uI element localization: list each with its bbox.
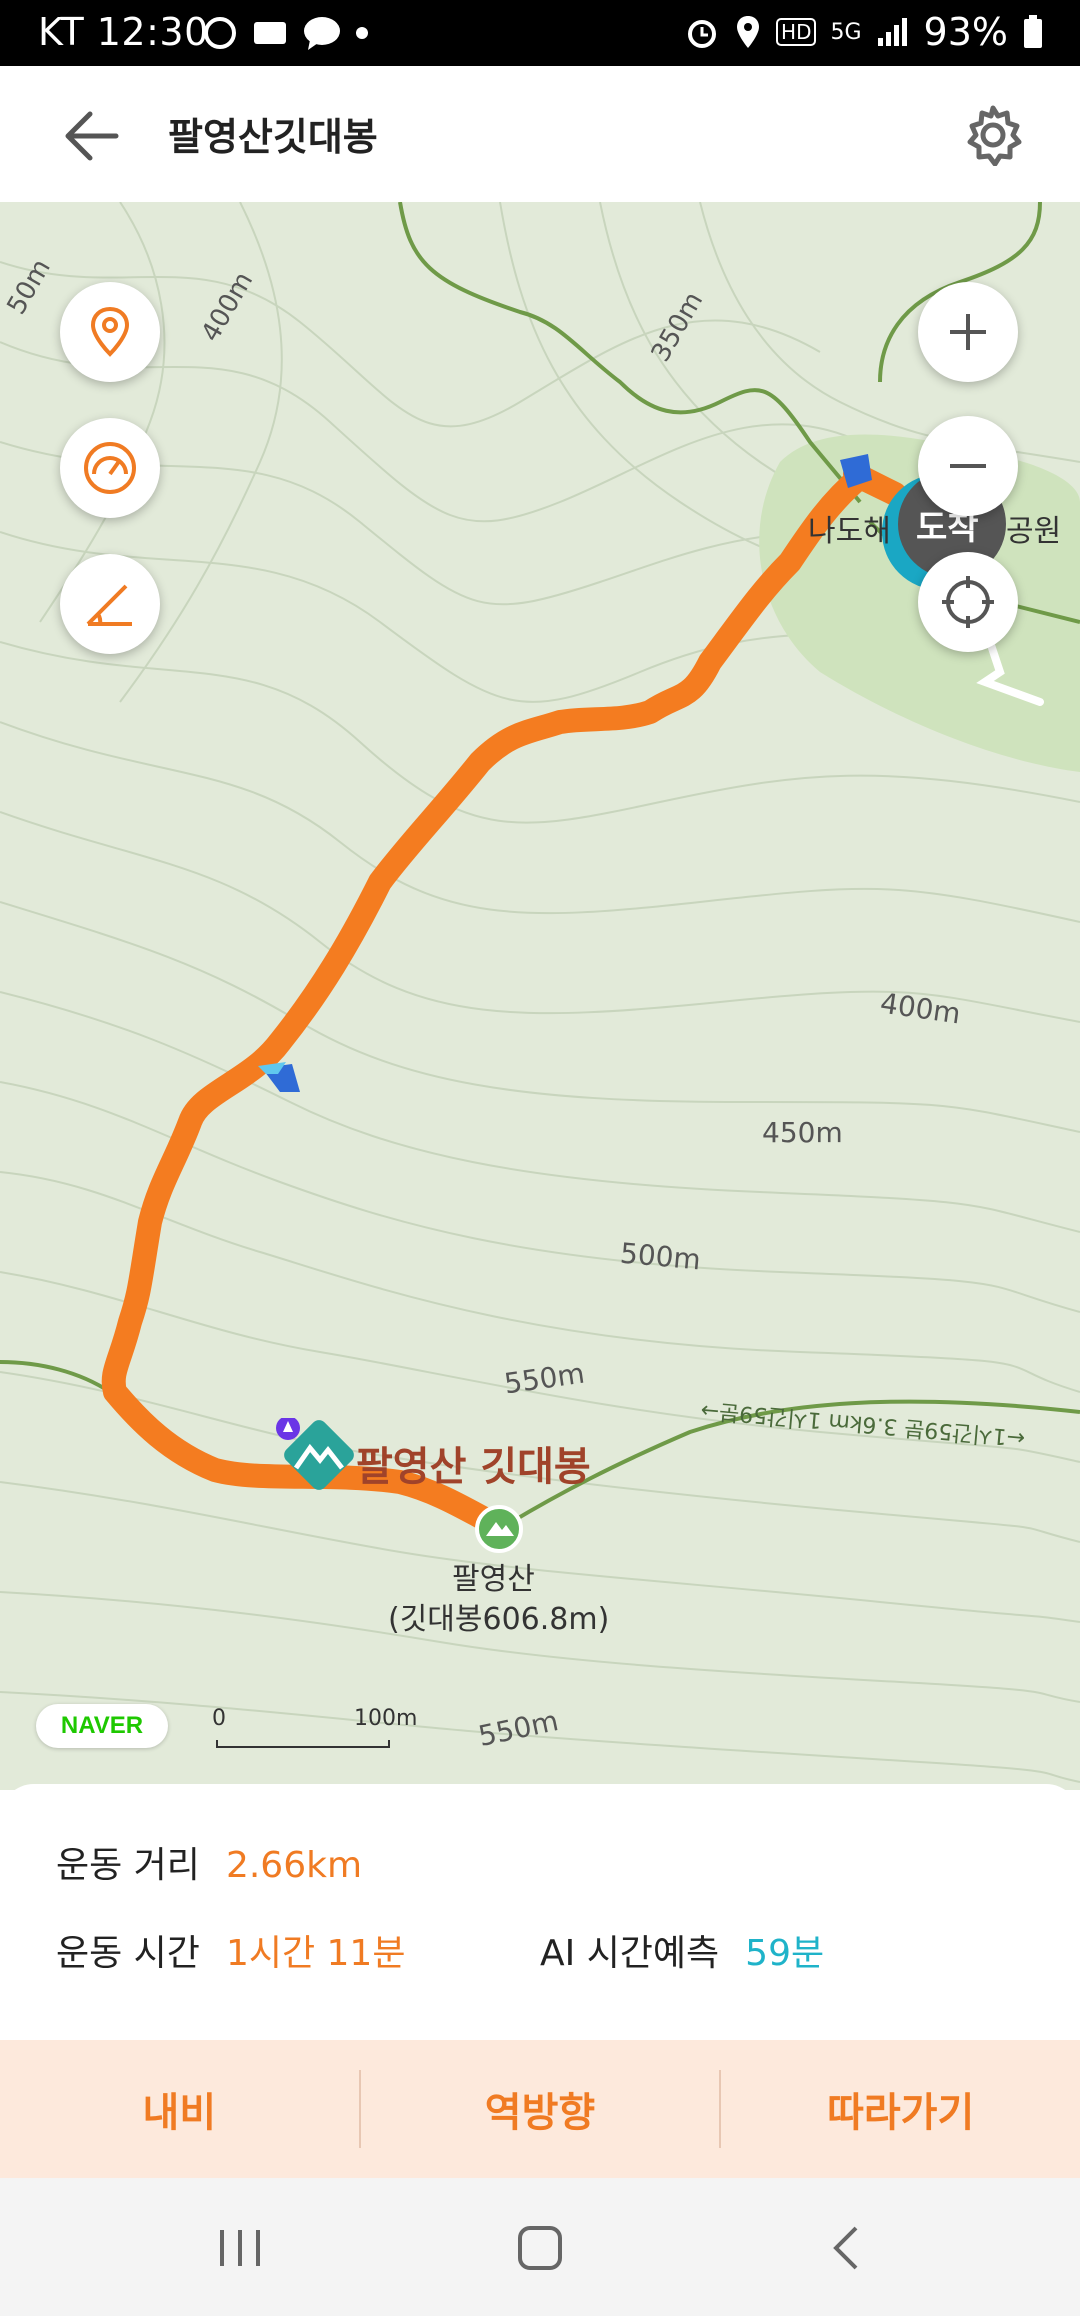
minus-icon (950, 464, 986, 468)
network-badge: 5G (830, 19, 862, 45)
park-label-left: 나도해 (808, 514, 891, 549)
scale-start: 0 (212, 1706, 226, 1731)
signal-icon (877, 18, 907, 46)
top-app-bar: 팔영산깃대봉 (0, 66, 1080, 202)
back-arrow-icon[interactable] (62, 108, 122, 164)
map-scale: 0 100m (212, 1706, 417, 1748)
distance-row: 운동 거리 2.66km (56, 1836, 362, 1888)
action-bar: 내비 역방향 따라가기 (0, 2040, 1080, 2178)
slope-angle-icon (86, 584, 132, 626)
summary-sheet: 운동 거리 2.66km 운동 시간 1시간 11분 AI 시간예측 59분 (0, 1784, 1080, 2044)
zoom-out-button[interactable] (918, 416, 1018, 516)
mountain-poi-icon[interactable] (270, 1418, 360, 1508)
location-icon (737, 16, 760, 48)
hd-badge: HD (776, 18, 817, 46)
time-value: 1시간 11분 (225, 1933, 406, 1974)
status-bar: KT 12:30 HD 5G 93% (0, 0, 1080, 66)
ai-label: AI 시간예측 (540, 1933, 720, 1974)
summit-label-line2: (깃대봉606.8m) (388, 1602, 610, 1637)
alarm-icon (688, 20, 717, 48)
reverse-button[interactable]: 역방향 (361, 2040, 720, 2178)
ai-row: AI 시간예측 59분 (540, 1924, 824, 1976)
distance-value: 2.66km (225, 1845, 363, 1886)
poi-name[interactable]: 팔영산 깃대봉 (356, 1434, 591, 1492)
carrier-time: KT 12:30 (38, 10, 209, 54)
crosshair-icon (942, 576, 994, 628)
message-icon (254, 22, 286, 44)
speed-button[interactable] (60, 418, 160, 518)
slope-button[interactable] (60, 554, 160, 654)
contour-label: 500m (618, 1236, 703, 1277)
naver-logo: NAVER (36, 1704, 168, 1748)
settings-gear-icon[interactable] (962, 104, 1024, 166)
distance-label: 운동 거리 (56, 1845, 200, 1886)
battery-icon (1024, 15, 1042, 48)
battery-percent: 93% (923, 10, 1008, 54)
contour-label: 450m (762, 1116, 843, 1149)
waypoint-button[interactable] (60, 282, 160, 382)
navi-button[interactable]: 내비 (0, 2040, 359, 2178)
zoom-in-button[interactable] (918, 282, 1018, 382)
park-label-right: 공원 (1006, 514, 1062, 549)
recent-apps-icon[interactable] (200, 2218, 280, 2278)
home-icon[interactable] (500, 2218, 580, 2278)
location-pin-icon (90, 306, 130, 357)
system-nav-bar (0, 2178, 1080, 2316)
dot-icon (356, 27, 368, 39)
speedometer-icon (84, 442, 136, 494)
time-label: 운동 시간 (56, 1933, 200, 1974)
ai-value: 59분 (745, 1933, 825, 1974)
page-title: 팔영산깃대봉 (168, 115, 378, 159)
summit-icon[interactable] (474, 1504, 524, 1554)
scale-end: 100m (354, 1706, 418, 1731)
scale-bar (216, 1740, 390, 1748)
app-notification-icon (204, 17, 236, 49)
plus-icon (950, 314, 986, 350)
my-location-button[interactable] (918, 552, 1018, 652)
follow-button[interactable]: 따라가기 (721, 2040, 1080, 2178)
summit-label-line1: 팔영산 (452, 1562, 535, 1597)
back-icon[interactable] (806, 2218, 886, 2278)
map-view[interactable]: 도착 나도해 공원 400m 350m 400m 450m 500m 550m … (0, 202, 1080, 1790)
trails (0, 202, 1080, 1534)
kakaotalk-icon (304, 17, 340, 50)
time-row: 운동 시간 1시간 11분 (56, 1924, 405, 1976)
